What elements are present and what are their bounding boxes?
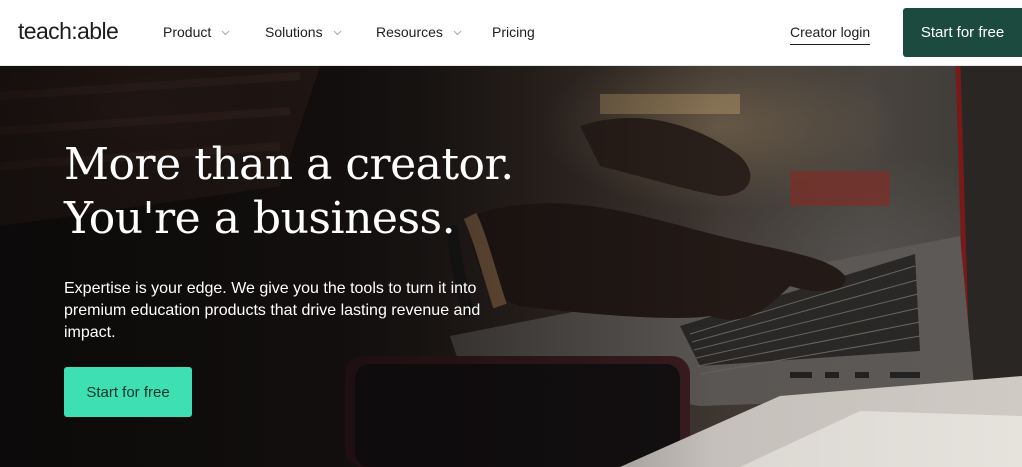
hero-headline: More than a creator. You're a business. (64, 138, 584, 246)
nav-item-label: Solutions (265, 24, 323, 40)
nav-item-pricing[interactable]: Pricing (492, 24, 535, 40)
chevron-down-icon (221, 28, 230, 37)
nav-item-label: Product (163, 24, 212, 40)
nav-item-product[interactable]: Product (163, 24, 230, 40)
hero-headline-line-1: More than a creator. (64, 139, 514, 190)
nav-item-solutions[interactable]: Solutions (265, 24, 342, 40)
top-navigation: teach:able Product Solutions Resources P… (0, 0, 1022, 66)
nav-item-resources[interactable]: Resources (376, 24, 462, 40)
hero-start-for-free-button[interactable]: Start for free (64, 367, 192, 417)
chevron-down-icon (333, 28, 342, 37)
hero-headline-line-2: You're a business. (64, 193, 456, 244)
hero-section: More than a creator. You're a business. … (0, 66, 1022, 467)
hero-description: Expertise is your edge. We give you the … (64, 280, 481, 341)
nav-item-label: Resources (376, 24, 443, 40)
start-for-free-button[interactable]: Start for free (903, 8, 1022, 57)
teachable-logo[interactable]: teach:able (18, 18, 119, 45)
chevron-down-icon (453, 28, 462, 37)
nav-item-label: Pricing (492, 24, 535, 40)
creator-login-link[interactable]: Creator login (790, 24, 871, 45)
